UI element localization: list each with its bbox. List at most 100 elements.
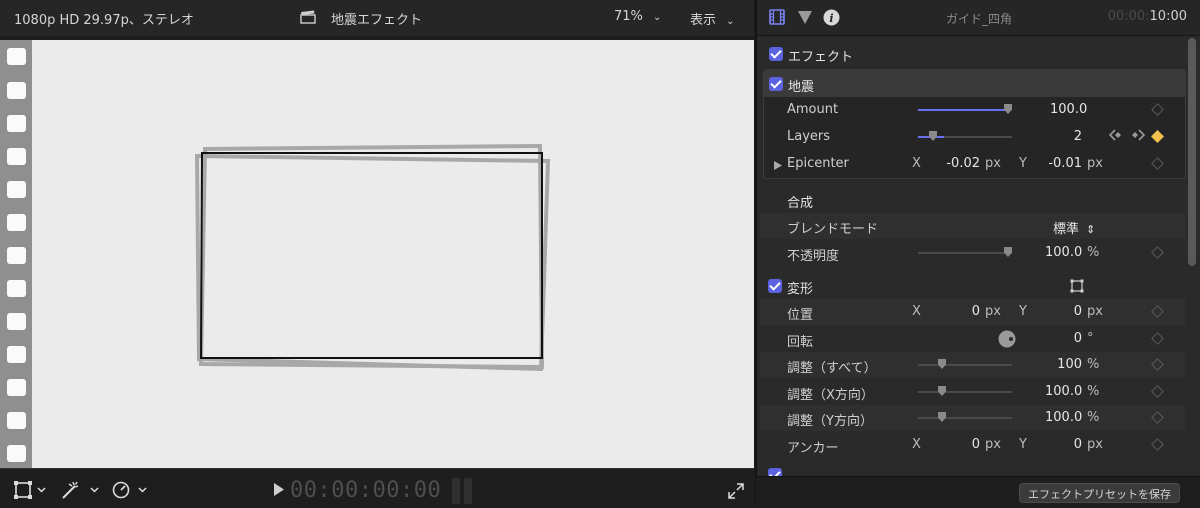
scale-x-label: 調整（X方向） bbox=[787, 388, 874, 403]
amount-slider-knob[interactable] bbox=[1004, 104, 1012, 114]
keyframe-icon[interactable] bbox=[1151, 103, 1164, 116]
display-menu[interactable]: 表示 ⌄ bbox=[690, 9, 735, 28]
amount-value[interactable]: 100.0 bbox=[1050, 102, 1087, 117]
position-label: 位置 bbox=[787, 308, 814, 323]
retime-button[interactable] bbox=[112, 481, 152, 503]
rotation-dial[interactable] bbox=[998, 330, 1016, 352]
save-effects-preset-button[interactable]: エフェクトプリセットを保存 bbox=[1019, 483, 1180, 503]
opacity-value[interactable]: 100.0 bbox=[1045, 245, 1082, 260]
blend-mode-label: ブレンドモード bbox=[787, 222, 879, 237]
transform-section-header: 変形 bbox=[760, 273, 1186, 299]
scale-x-slider[interactable] bbox=[918, 386, 1012, 396]
transform-onscreen-button[interactable] bbox=[1070, 279, 1084, 297]
keyframe-icon[interactable] bbox=[1151, 358, 1164, 371]
rotation-dial-icon bbox=[998, 330, 1016, 348]
rotation-value[interactable]: 0 bbox=[1050, 331, 1082, 346]
anchor-y-value[interactable]: 0 bbox=[1042, 437, 1082, 452]
keyframe-icon[interactable] bbox=[1151, 438, 1164, 451]
anchor-x-value[interactable]: 0 bbox=[940, 437, 980, 452]
anchor-y-axis: Y bbox=[1019, 437, 1027, 452]
opacity-slider-knob[interactable] bbox=[1004, 247, 1012, 257]
inspector-rows: Amount 100.0 Layers 2 Epicenter X -0.02 … bbox=[756, 0, 1200, 508]
next-keyframe-button[interactable] bbox=[1131, 129, 1146, 145]
amount-slider[interactable] bbox=[918, 104, 1012, 114]
scale-x-slider-knob[interactable] bbox=[938, 386, 946, 396]
timecode-display: 00:00:00:00 bbox=[290, 478, 442, 503]
composite-section-header[interactable]: 合成 bbox=[760, 187, 1186, 213]
keyframe-icon[interactable] bbox=[1151, 246, 1164, 259]
scale-y-slider-knob[interactable] bbox=[938, 412, 946, 422]
prev-keyframe-button[interactable] bbox=[1108, 129, 1123, 145]
keyframe-icon[interactable] bbox=[1151, 305, 1164, 318]
next-keyframe-icon bbox=[1132, 129, 1146, 141]
blend-mode-row: ブレンドモード 標準 ⇕ bbox=[760, 213, 1186, 239]
keyframe-icon[interactable] bbox=[1151, 157, 1164, 170]
epicenter-y-value[interactable]: -0.01 bbox=[1042, 156, 1082, 171]
play-icon bbox=[274, 483, 284, 496]
scale-all-slider-knob[interactable] bbox=[938, 359, 946, 369]
layers-value[interactable]: 2 bbox=[1050, 129, 1082, 144]
opacity-unit: % bbox=[1087, 245, 1100, 260]
opacity-label: 不透明度 bbox=[787, 249, 840, 264]
position-y-value[interactable]: 0 bbox=[1042, 304, 1082, 319]
next-section-checkbox[interactable] bbox=[768, 468, 782, 476]
position-x-value[interactable]: 0 bbox=[940, 304, 980, 319]
chevron-down-icon: ⌄ bbox=[726, 16, 735, 27]
transform-tool-button[interactable] bbox=[14, 481, 46, 503]
scale-y-row: 調整（Y方向） 100.0 % bbox=[760, 405, 1186, 431]
anchor-label: アンカー bbox=[787, 441, 839, 456]
clapper-icon bbox=[300, 10, 316, 28]
shaken-rectangles bbox=[194, 143, 551, 372]
disclosure-triangle-icon[interactable] bbox=[774, 159, 782, 174]
updown-chevron-icon: ⇕ bbox=[1086, 223, 1096, 236]
format-label: 1080p HD 29.97p、ステレオ bbox=[14, 13, 194, 28]
keyframe-icon[interactable] bbox=[1151, 332, 1164, 345]
opacity-slider[interactable] bbox=[918, 247, 1012, 257]
amount-label: Amount bbox=[787, 102, 839, 117]
fullscreen-button[interactable] bbox=[728, 483, 744, 503]
blend-mode-popup[interactable]: 標準 ⇕ bbox=[1053, 218, 1095, 237]
epicenter-x-axis: X bbox=[912, 156, 921, 171]
anchor-x-axis: X bbox=[912, 437, 921, 452]
zoom-menu[interactable]: 71% ⌄ bbox=[614, 9, 661, 24]
keyframe-icon[interactable] bbox=[1151, 385, 1164, 398]
keyframe-active-icon[interactable] bbox=[1151, 130, 1164, 143]
play-button[interactable] bbox=[273, 483, 285, 500]
position-x-axis: X bbox=[912, 304, 921, 319]
scale-x-unit: % bbox=[1087, 384, 1100, 399]
scale-all-row: 調整（すべて） 100 % bbox=[760, 352, 1186, 378]
rectangle-frame-ghost bbox=[194, 153, 551, 372]
epicenter-y-axis: Y bbox=[1019, 156, 1027, 171]
anchor-y-unit: px bbox=[1087, 437, 1103, 452]
speedometer-icon bbox=[112, 481, 147, 499]
rectangle-frame-main bbox=[199, 152, 543, 359]
next-section-header-partial bbox=[760, 463, 1186, 476]
scale-y-label: 調整（Y方向） bbox=[787, 414, 873, 429]
audio-meter-icon bbox=[452, 478, 474, 508]
clip-title: 地震エフェクト bbox=[331, 13, 423, 28]
zoom-value: 71% bbox=[614, 9, 643, 24]
amount-row: Amount 100.0 bbox=[760, 97, 1186, 123]
display-label: 表示 bbox=[690, 13, 717, 28]
transform-checkbox[interactable] bbox=[768, 279, 782, 293]
position-x-unit: px bbox=[985, 304, 1001, 319]
scale-x-value[interactable]: 100.0 bbox=[1045, 384, 1082, 399]
magic-wand-button[interactable] bbox=[60, 481, 102, 503]
scale-y-slider[interactable] bbox=[918, 412, 1012, 422]
keyframe-icon[interactable] bbox=[1151, 411, 1164, 424]
scale-all-slider[interactable] bbox=[918, 359, 1012, 369]
chevron-down-icon: ⌄ bbox=[653, 12, 662, 23]
scale-all-value[interactable]: 100 bbox=[1045, 357, 1082, 372]
layers-slider-knob[interactable] bbox=[929, 131, 937, 141]
rotation-label: 回転 bbox=[787, 335, 814, 350]
scale-all-label: 調整（すべて） bbox=[787, 361, 877, 376]
position-y-axis: Y bbox=[1019, 304, 1027, 319]
epicenter-row: Epicenter X -0.02 px Y -0.01 px bbox=[760, 151, 1186, 177]
anchor-row: アンカー X 0 px Y 0 px bbox=[760, 432, 1186, 458]
scale-y-value[interactable]: 100.0 bbox=[1045, 410, 1082, 425]
epicenter-x-value[interactable]: -0.02 bbox=[940, 156, 980, 171]
viewer-header: 1080p HD 29.97p、ステレオ 地震エフェクト 71% ⌄ 表示 ⌄ bbox=[0, 0, 754, 36]
viewer-panel: 1080p HD 29.97p、ステレオ 地震エフェクト 71% ⌄ 表示 ⌄ bbox=[0, 0, 754, 508]
layers-slider[interactable] bbox=[918, 131, 1012, 141]
inspector-scrollbar[interactable] bbox=[1188, 38, 1196, 266]
